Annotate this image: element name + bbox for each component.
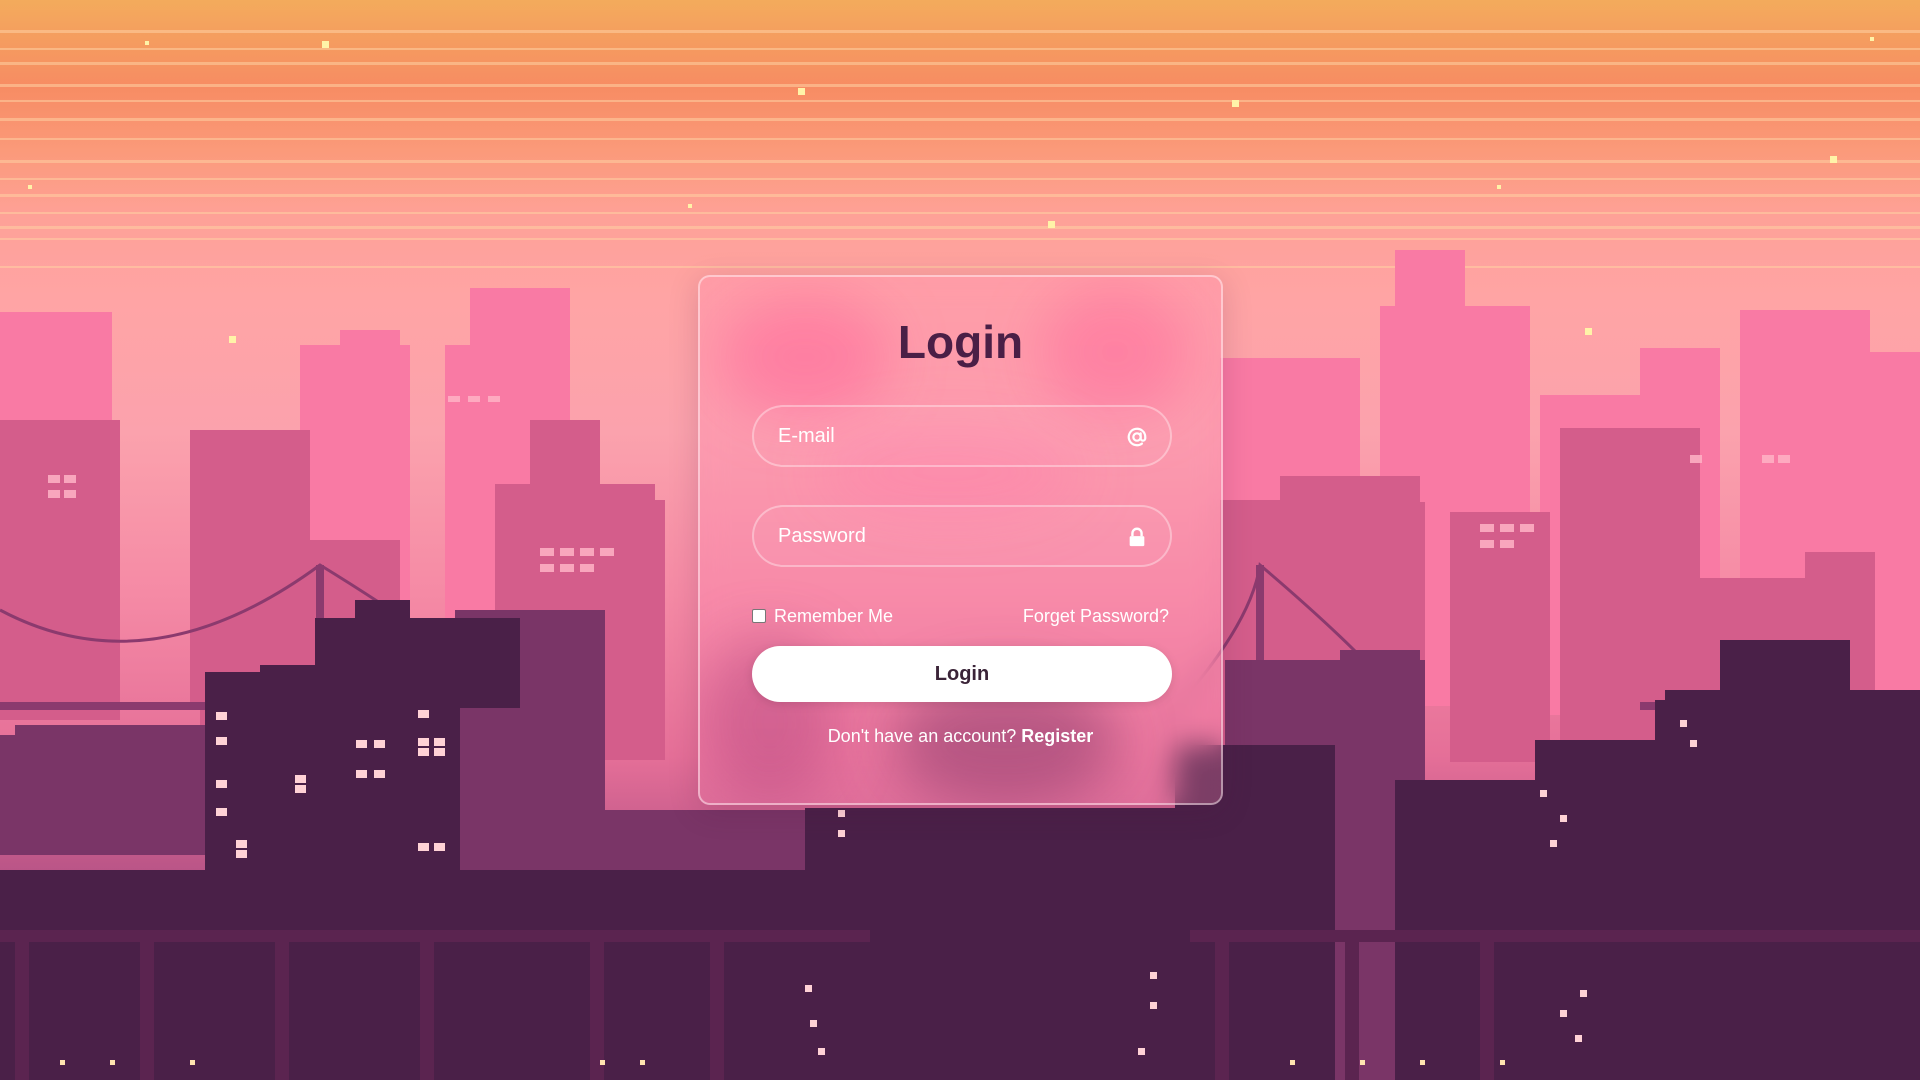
register-prompt-text: Don't have an account? <box>827 726 1017 746</box>
password-field[interactable] <box>752 505 1172 567</box>
remember-me-checkbox[interactable] <box>752 609 766 623</box>
forgot-password-link[interactable]: Forget Password? <box>1023 603 1169 629</box>
login-title: Login <box>897 316 1024 368</box>
login-button[interactable]: Login <box>752 646 1172 702</box>
login-card: Login Remember Me Forget Password? Login… <box>698 275 1223 805</box>
email-field[interactable] <box>752 405 1172 467</box>
register-prompt: Don't have an account? Register <box>700 726 1221 747</box>
email-input[interactable] <box>754 407 1170 465</box>
pixel-city-background: Login Remember Me Forget Password? Login… <box>0 0 1920 1080</box>
remember-me-label: Remember Me <box>774 605 894 626</box>
remember-me[interactable]: Remember Me <box>752 603 893 629</box>
lock-icon <box>1129 527 1145 547</box>
register-link[interactable]: Register <box>1021 726 1093 746</box>
at-sign-icon <box>1127 427 1147 447</box>
password-input[interactable] <box>754 507 1170 565</box>
